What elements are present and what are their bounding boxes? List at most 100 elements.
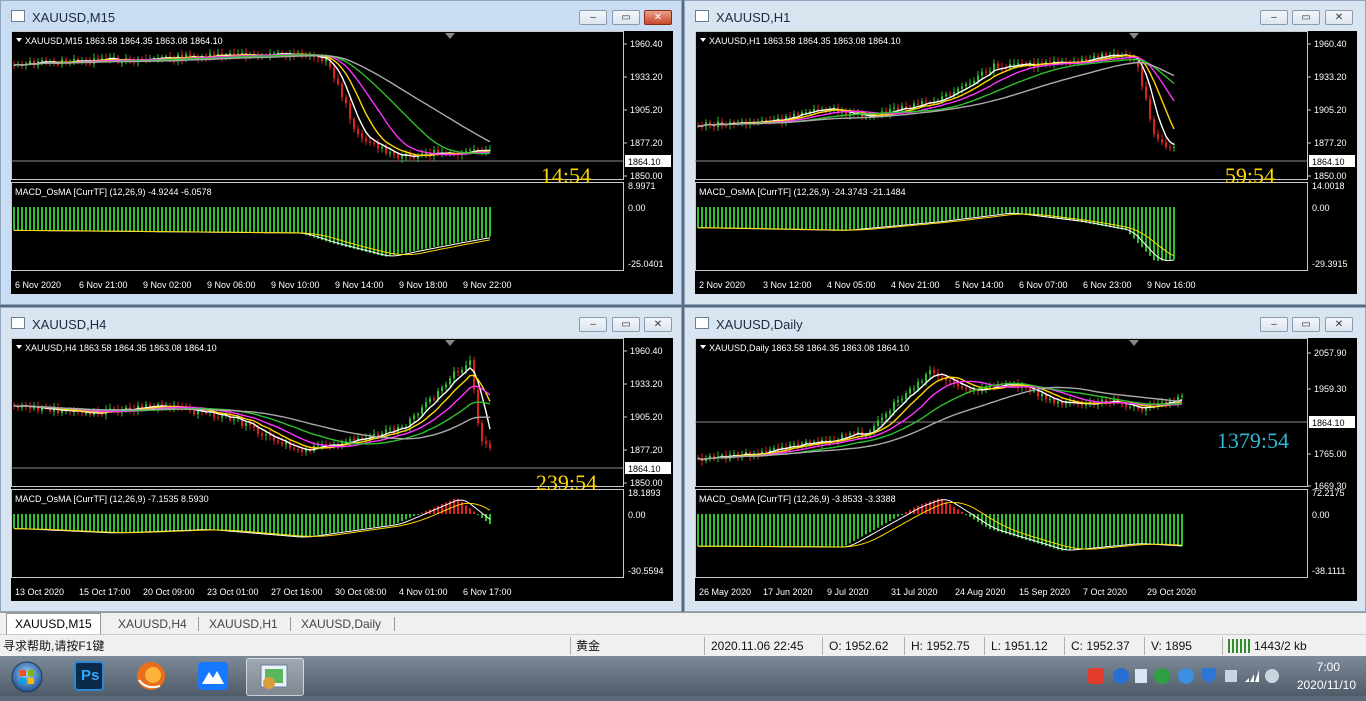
chart-shift-marker-icon — [445, 340, 455, 346]
macd-histogram-bar — [273, 514, 275, 536]
macd-histogram-bar — [733, 207, 735, 229]
minimize-button[interactable]: – — [579, 10, 607, 25]
minimize-button[interactable]: – — [579, 317, 607, 332]
tab-xauusd-h1[interactable]: XAUUSD,H1 — [201, 615, 286, 634]
candle-body — [1053, 399, 1055, 404]
taskbar-clock-time[interactable]: 7:00 — [1317, 660, 1340, 674]
candle-body — [469, 149, 471, 151]
macd-histogram-bar — [885, 514, 887, 524]
macd-histogram-bar — [265, 207, 267, 233]
macd-histogram-bar — [61, 207, 63, 231]
window-title: XAUUSD,H1 — [716, 10, 791, 25]
chart-window-daily[interactable]: XAUUSD,Daily – ▭ ✕ XAUUSD,Daily 1863.58 … — [684, 307, 1366, 612]
macd-histogram-bar — [53, 207, 55, 231]
restore-button[interactable]: ▭ — [1292, 317, 1320, 332]
candle-body — [709, 122, 711, 125]
chart-area[interactable]: XAUUSD,H4 1863.58 1864.35 1863.08 1864.1… — [11, 338, 673, 601]
macd-histogram-bar — [873, 514, 875, 530]
macd-histogram-bar — [829, 514, 831, 547]
photoshop-icon[interactable]: Ps — [62, 658, 116, 694]
chart-area[interactable]: XAUUSD,M15 1863.58 1864.35 1863.08 1864.… — [11, 31, 673, 294]
minimize-button[interactable]: – — [1260, 10, 1288, 25]
macd-histogram-bar — [757, 514, 759, 547]
chart-window-m15[interactable]: XAUUSD,M15 – ▭ ✕ XAUUSD,M15 1863.58 1864… — [0, 0, 682, 305]
macd-histogram-bar — [249, 514, 251, 534]
status-help-text: 寻求帮助,请按F1键 — [3, 639, 105, 653]
window-titlebar[interactable]: XAUUSD,H4 – ▭ ✕ — [1, 308, 681, 338]
macd-histogram-bar — [37, 207, 39, 231]
price-plot-frame — [11, 31, 624, 180]
macd-histogram-bar — [193, 207, 195, 233]
macd-histogram-bar — [881, 514, 883, 526]
chart-area[interactable]: XAUUSD,H1 1863.58 1864.35 1863.08 1864.1… — [695, 31, 1357, 294]
macd-histogram-bar — [1113, 514, 1115, 546]
candle-body — [849, 433, 851, 436]
macd-histogram-bar — [1169, 514, 1171, 546]
macd-histogram-bar — [1025, 514, 1027, 540]
macd-histogram-bar — [817, 207, 819, 230]
macd-histogram-bar — [725, 207, 727, 229]
macd-histogram-bar — [161, 207, 163, 232]
chart-window-h1[interactable]: XAUUSD,H1 – ▭ ✕ XAUUSD,H1 1863.58 1864.3… — [684, 0, 1366, 305]
close-button[interactable]: ✕ — [644, 317, 672, 332]
restore-button[interactable]: ▭ — [612, 317, 640, 332]
window-titlebar[interactable]: XAUUSD,Daily – ▭ ✕ — [685, 308, 1365, 338]
chart-window-h4[interactable]: XAUUSD,H4 – ▭ ✕ XAUUSD,H4 1863.58 1864.3… — [0, 307, 682, 612]
candle-body — [929, 370, 931, 375]
window-titlebar[interactable]: XAUUSD,M15 – ▭ ✕ — [1, 1, 681, 31]
macd-axis-label: 18.1893 — [628, 488, 661, 498]
macd-histogram-bar — [145, 207, 147, 232]
price-axis-label: 1877.20 — [630, 138, 663, 148]
macd-histogram-bar — [417, 207, 419, 251]
tab-xauusd-h4[interactable]: XAUUSD,H4 — [110, 615, 195, 634]
macd-histogram-bar — [109, 207, 111, 232]
minimize-button[interactable]: – — [1260, 317, 1288, 332]
candle-body — [773, 447, 775, 450]
macd-histogram-bar — [853, 207, 855, 230]
cloud-app-icon[interactable] — [186, 658, 240, 694]
macd-histogram-bar — [705, 514, 707, 547]
tab-separator — [198, 617, 199, 631]
start-orb-icon[interactable] — [0, 658, 54, 694]
close-button[interactable]: ✕ — [1325, 317, 1353, 332]
time-axis-label: 4 Nov 01:00 — [399, 587, 448, 597]
macd-histogram-bar — [33, 514, 35, 530]
close-button[interactable]: ✕ — [1325, 10, 1353, 25]
macd-histogram-bar — [905, 512, 907, 514]
macd-histogram-bar — [449, 207, 451, 244]
candle-body — [813, 109, 815, 112]
macd-histogram-bar — [113, 514, 115, 533]
tab-xauusd-daily[interactable]: XAUUSD,Daily — [293, 615, 389, 634]
macd-histogram-bar — [393, 207, 395, 256]
macd-histogram-bar — [181, 514, 183, 531]
candle-body — [977, 75, 979, 81]
macd-histogram-bar — [121, 207, 123, 232]
candle-body — [401, 156, 403, 159]
macd-histogram-bar — [133, 207, 135, 232]
macd-histogram-bar — [397, 514, 399, 523]
macd-histogram-bar — [389, 514, 391, 525]
info-dropdown-icon — [16, 345, 22, 349]
macd-histogram-bar — [345, 514, 347, 531]
macd-histogram-bar — [881, 207, 883, 227]
firefox-icon[interactable] — [124, 658, 178, 694]
candle-body — [1057, 401, 1059, 404]
time-axis-label: 4 Nov 05:00 — [827, 280, 876, 290]
restore-button[interactable]: ▭ — [612, 10, 640, 25]
restore-button[interactable]: ▭ — [1292, 10, 1320, 25]
chart-area[interactable]: XAUUSD,Daily 1863.58 1864.35 1863.08 186… — [695, 338, 1357, 601]
macd-histogram-bar — [733, 514, 735, 547]
metatrader-icon[interactable] — [246, 658, 304, 696]
tab-xauusd-m15[interactable]: XAUUSD,M15 — [6, 613, 101, 635]
macd-histogram-bar — [385, 514, 387, 526]
candle-body — [1161, 139, 1163, 143]
taskbar-clock-date[interactable]: 2020/11/10 — [1297, 678, 1356, 692]
macd-histogram-bar — [189, 207, 191, 233]
macd-histogram-bar — [309, 207, 311, 237]
macd-histogram-bar — [385, 207, 387, 257]
candle-body — [961, 86, 963, 89]
candle-body — [385, 429, 387, 434]
macd-histogram-bar — [117, 207, 119, 232]
window-titlebar[interactable]: XAUUSD,H1 – ▭ ✕ — [685, 1, 1365, 31]
close-button[interactable]: ✕ — [644, 10, 672, 25]
